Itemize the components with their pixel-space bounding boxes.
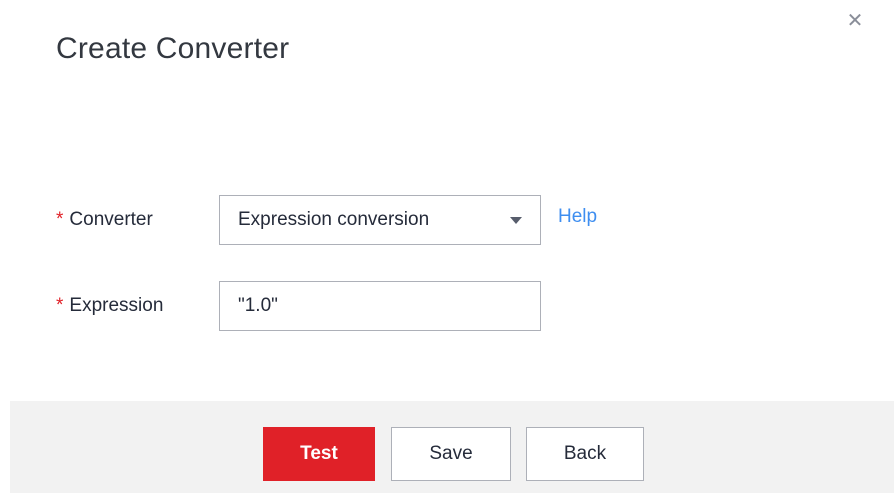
converter-select[interactable]: Expression conversion [219, 195, 541, 245]
dialog-title: Create Converter [56, 32, 290, 65]
create-converter-dialog: Create Converter ✕ * Converter Expression… [0, 0, 894, 493]
test-button[interactable]: Test [263, 427, 375, 481]
required-marker: * [56, 295, 64, 316]
back-button[interactable]: Back [526, 427, 644, 481]
expression-label: * Expression [56, 295, 219, 317]
converter-label: * Converter [56, 209, 219, 231]
expression-label-text: Expression [69, 295, 164, 316]
required-marker: * [56, 209, 64, 230]
converter-row: * Converter Expression conversion Help [56, 194, 597, 246]
close-icon[interactable]: ✕ [843, 8, 867, 32]
save-button[interactable]: Save [391, 427, 511, 481]
chevron-down-icon [510, 216, 522, 224]
converter-label-text: Converter [69, 209, 153, 230]
expression-input[interactable] [219, 281, 541, 331]
converter-select-value: Expression conversion [238, 209, 430, 230]
dialog-footer: Test Save Back [10, 401, 894, 493]
expression-row: * Expression [56, 280, 541, 332]
help-link[interactable]: Help [558, 206, 597, 228]
